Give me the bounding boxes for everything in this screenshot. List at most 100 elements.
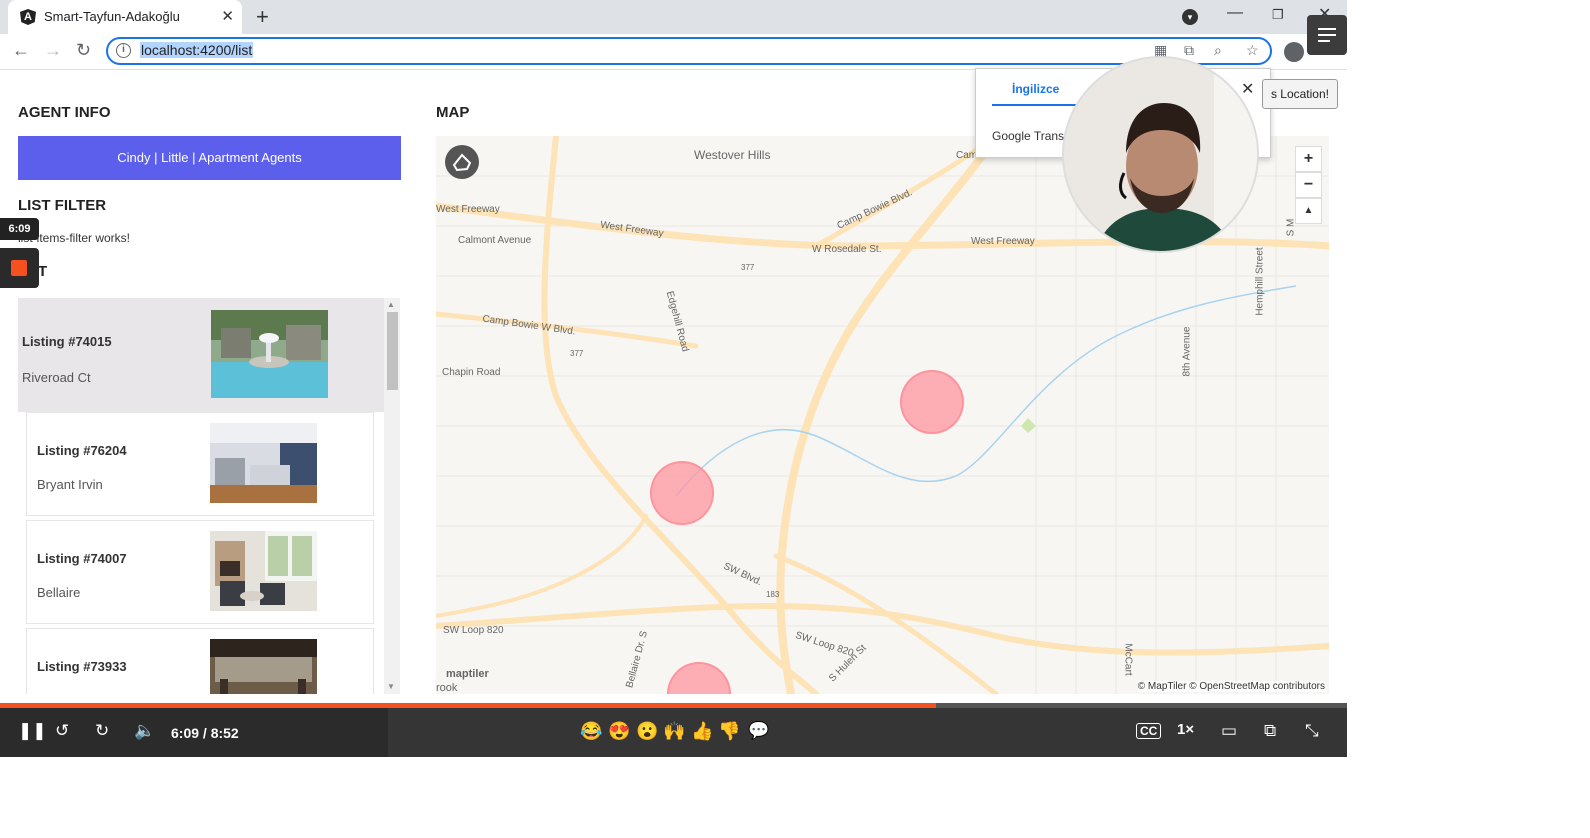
google-translate-label: Google Transl (992, 129, 1067, 143)
theater-mode-icon[interactable]: ▭ (1221, 721, 1237, 741)
progress-bar[interactable] (0, 703, 1347, 708)
map-label: West Freeway (971, 236, 1035, 247)
listing-photo (210, 639, 317, 694)
info-icon[interactable]: i (116, 43, 131, 58)
back-icon[interactable]: ← (12, 40, 30, 61)
emoji-surprised[interactable]: 😮 (636, 721, 658, 742)
webcam-overlay (1062, 56, 1259, 253)
listing-marker[interactable] (650, 461, 714, 525)
playback-time: 6:09 / 8:52 (171, 725, 239, 741)
location-button[interactable]: s Location! (1262, 79, 1338, 109)
listing-street: Bellaire (37, 585, 81, 600)
screen: A Smart-Tayfun-Adakoğlu ✕ + ▾ — ❐ ✕ ← → … (0, 0, 1590, 838)
stop-icon (11, 260, 27, 276)
tab-title: Smart-Tayfun-Adakoğlu (44, 9, 180, 24)
map-label: W Rosedale St. (812, 244, 882, 255)
rewind-icon[interactable]: ↺ (55, 721, 69, 741)
listing-marker[interactable] (900, 370, 964, 434)
profile-icon[interactable] (1284, 42, 1304, 62)
progress-fill (0, 703, 937, 708)
captions-button[interactable]: CC (1136, 723, 1162, 739)
forward-skip-icon[interactable]: ↻ (95, 721, 109, 741)
listing-id: Listing #76204 (37, 443, 127, 458)
listing-id: Listing #73933 (37, 659, 127, 674)
listing-id: Listing #74015 (22, 334, 112, 349)
address-bar[interactable]: i localhost:4200/list ▦ ⧉ ⌕ ☆ (106, 37, 1272, 65)
scroll-thumb[interactable] (387, 312, 398, 390)
listing-card[interactable]: Listing #76204 Bryant Irvin (26, 412, 374, 516)
recording-elapsed: 6:09 (0, 218, 39, 240)
angular-icon: A (20, 9, 36, 25)
zoom-icon[interactable]: ⌕ (1214, 42, 1222, 59)
map-label: Hemphill Street (1254, 247, 1266, 316)
listing-street: Riveroad Ct (22, 370, 91, 385)
map-label: 8th Avenue (1181, 326, 1193, 377)
reload-icon[interactable]: ↻ (76, 40, 91, 61)
listing-photo (211, 310, 328, 398)
compass-button[interactable]: ▲ (1295, 198, 1322, 224)
map-attribution[interactable]: © MapTiler © OpenStreetMap contributors (1137, 681, 1325, 692)
map-label: rook (436, 682, 458, 694)
map-label: 183 (766, 590, 780, 599)
list-title: T (38, 263, 48, 280)
map-label: Calmont Avenue (458, 235, 532, 246)
browser-tab[interactable]: A Smart-Tayfun-Adakoğlu ✕ (8, 0, 242, 34)
tab-search-icon[interactable]: ▾ (1182, 9, 1198, 25)
map-label: Chapin Road (442, 367, 501, 378)
emoji-laugh[interactable]: 😂 (580, 721, 602, 742)
scroll-up-icon[interactable]: ▲ (387, 300, 395, 309)
listing-card[interactable]: Listing #74007 Bellaire (26, 520, 374, 624)
map-label: 377 (570, 349, 584, 358)
maptiler-logo[interactable]: maptiler (446, 668, 489, 680)
exit-fullscreen-icon[interactable]: ⤡ (1305, 721, 1319, 741)
close-icon[interactable]: ✕ (1241, 79, 1254, 99)
stop-recording-button[interactable] (0, 248, 39, 288)
listing-id: Listing #74007 (37, 551, 127, 566)
volume-icon[interactable]: 🔈 (134, 721, 155, 741)
menu-icon[interactable] (1307, 15, 1347, 55)
restore-icon[interactable]: ❐ (1272, 7, 1284, 23)
map-label: Cam (956, 150, 978, 161)
browser-window: A Smart-Tayfun-Adakoğlu ✕ + ▾ — ❐ ✕ ← → … (0, 0, 1347, 757)
map-label: Westover Hills (694, 148, 771, 162)
emoji-heart-eyes[interactable]: 😍 (608, 721, 630, 742)
translate-icon[interactable]: ⧉ (1184, 42, 1194, 59)
url-text[interactable]: localhost:4200/list (140, 42, 254, 58)
pause-icon[interactable]: ❚❚ (18, 721, 47, 741)
new-tab-button[interactable]: + (256, 4, 269, 30)
emoji-thumbs-down[interactable]: 👎 (718, 721, 740, 742)
list-scrollbar[interactable]: ▲ ▼ (384, 298, 400, 694)
forward-icon[interactable]: → (44, 40, 62, 61)
map-label: McCart (1122, 643, 1134, 676)
home-map-icon[interactable] (445, 145, 479, 179)
zoom-in-button[interactable]: + (1295, 146, 1322, 172)
zoom-out-button[interactable]: − (1295, 172, 1322, 198)
comment-icon[interactable]: 💬 (748, 721, 769, 741)
listing-photo (210, 531, 317, 611)
listing-list[interactable]: Listing #74015 Riveroad Ct Listing #7620… (18, 298, 400, 694)
picture-in-picture-icon[interactable]: ⧉ (1264, 721, 1276, 741)
bookmark-star-icon[interactable]: ☆ (1246, 42, 1259, 59)
agent-info-title: AGENT INFO (18, 104, 111, 121)
taskbar-ghost (388, 708, 1347, 757)
map-label: West Freeway (436, 204, 500, 215)
tab-underline (992, 104, 1087, 106)
emoji-raised-hands[interactable]: 🙌 (663, 721, 685, 742)
listing-photo (210, 423, 317, 503)
playback-speed[interactable]: 1× (1177, 721, 1194, 738)
translate-language-tab[interactable]: İngilizce (1012, 82, 1059, 96)
list-filter-title: LIST FILTER (18, 197, 107, 214)
map-label: 377 (741, 263, 755, 272)
scroll-down-icon[interactable]: ▼ (387, 682, 395, 691)
tab-strip: A Smart-Tayfun-Adakoğlu ✕ + ▾ — ❐ ✕ (0, 0, 1347, 34)
minimize-icon[interactable]: — (1227, 4, 1243, 22)
emoji-thumbs-up[interactable]: 👍 (691, 721, 713, 742)
map-title: MAP (436, 104, 470, 121)
listing-card[interactable]: Listing #73933 (26, 628, 374, 694)
video-player-bar: ❚❚ ↺ ↻ 🔈 6:09 / 8:52 😂 😍 😮 🙌 👍 👎 💬 CC 1×… (0, 703, 1347, 757)
close-icon[interactable]: ✕ (221, 7, 234, 25)
agent-button[interactable]: Cindy | Little | Apartment Agents (18, 136, 401, 180)
listing-street: Bryant Irvin (37, 477, 103, 492)
listing-card[interactable]: Listing #74015 Riveroad Ct (18, 298, 384, 412)
map-label: SW Loop 820 (443, 625, 504, 636)
